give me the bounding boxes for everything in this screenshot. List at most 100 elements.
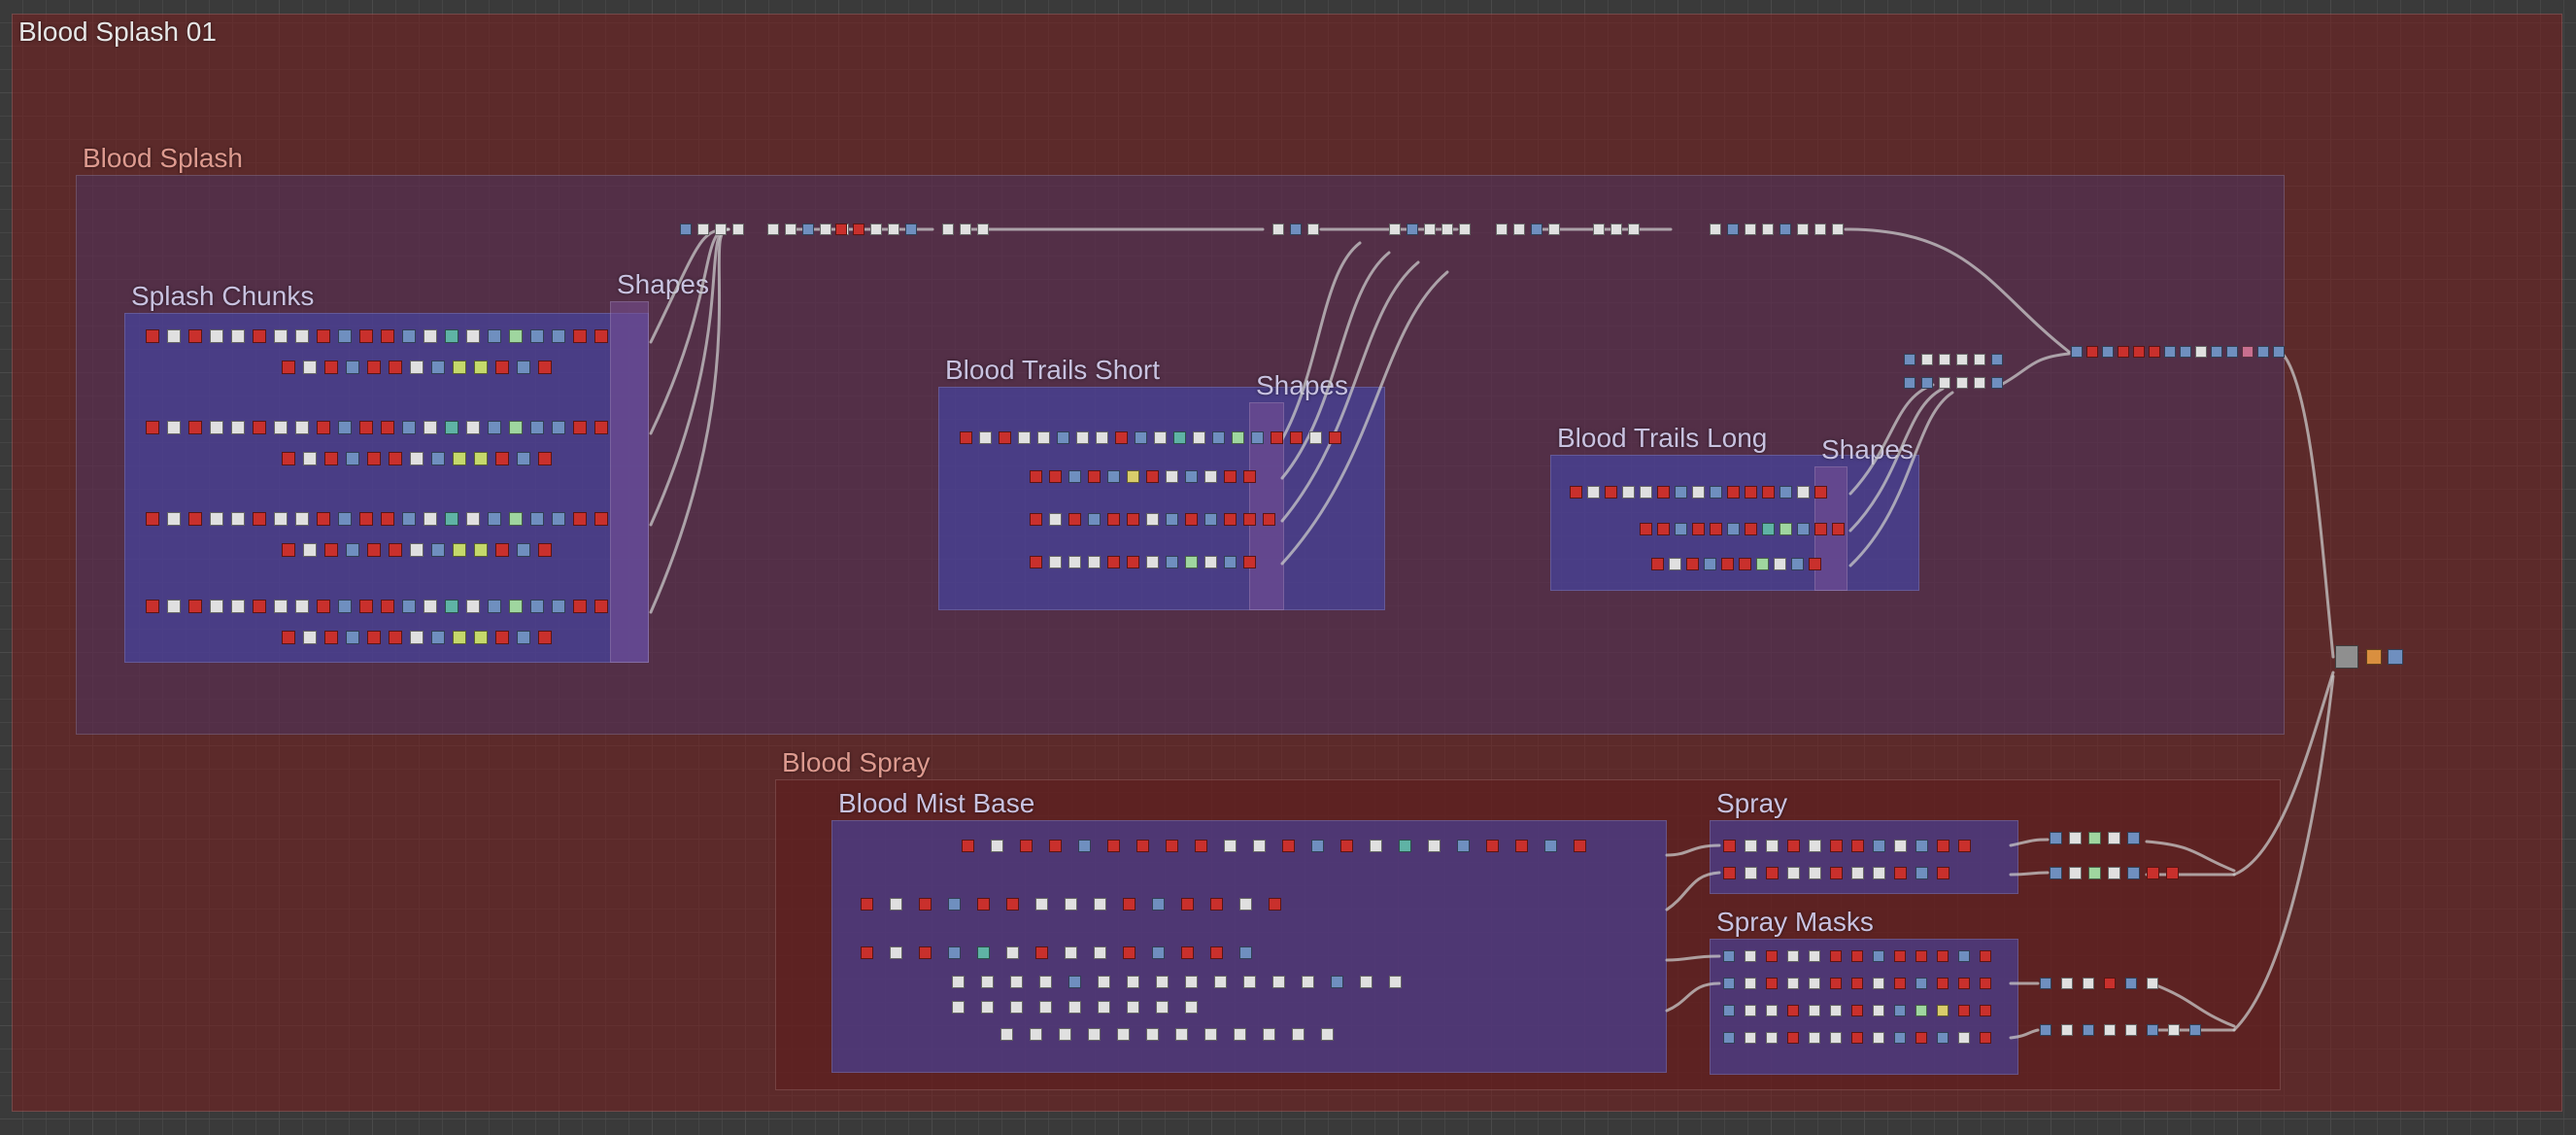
- graph-node[interactable]: [1958, 840, 1971, 852]
- graph-node[interactable]: [948, 946, 961, 959]
- graph-node[interactable]: [1152, 946, 1165, 959]
- graph-node[interactable]: [1251, 431, 1264, 444]
- graph-node[interactable]: [2069, 832, 2082, 844]
- graph-node[interactable]: [1123, 946, 1135, 959]
- graph-node[interactable]: [1269, 898, 1281, 911]
- graph-node[interactable]: [1123, 898, 1135, 911]
- graph-node[interactable]: [381, 421, 394, 434]
- graph-node[interactable]: [1239, 946, 1252, 959]
- graph-node[interactable]: [453, 361, 466, 374]
- graph-node[interactable]: [389, 361, 402, 374]
- graph-node[interactable]: [1068, 556, 1081, 568]
- graph-node[interactable]: [1370, 840, 1382, 852]
- graph-node[interactable]: [1937, 978, 1949, 989]
- graph-node[interactable]: [367, 631, 381, 644]
- graph-node[interactable]: [1851, 1005, 1863, 1016]
- graph-node[interactable]: [1224, 556, 1237, 568]
- graph-node[interactable]: [1457, 840, 1470, 852]
- graph-node[interactable]: [1548, 224, 1560, 235]
- graph-node[interactable]: [2086, 346, 2098, 358]
- graph-node[interactable]: [1049, 840, 1062, 852]
- graph-node[interactable]: [1830, 867, 1843, 879]
- graph-node[interactable]: [424, 512, 437, 526]
- graph-node[interactable]: [1723, 867, 1736, 879]
- graph-node[interactable]: [2127, 832, 2140, 844]
- graph-node[interactable]: [1127, 1001, 1139, 1014]
- graph-node[interactable]: [1991, 354, 2003, 365]
- graph-node[interactable]: [1915, 1005, 1927, 1016]
- graph-node[interactable]: [410, 452, 424, 465]
- graph-node[interactable]: [1224, 470, 1237, 483]
- graph-node[interactable]: [1441, 224, 1453, 235]
- graph-node[interactable]: [1974, 354, 1985, 365]
- graph-node[interactable]: [2147, 867, 2159, 879]
- graph-node[interactable]: [1210, 898, 1223, 911]
- graph-node[interactable]: [1037, 431, 1050, 444]
- graph-node[interactable]: [367, 361, 381, 374]
- graph-node[interactable]: [594, 421, 608, 434]
- graph-node[interactable]: [2226, 346, 2238, 358]
- graph-node[interactable]: [1787, 978, 1799, 989]
- graph-node[interactable]: [530, 329, 544, 343]
- graph-node[interactable]: [979, 431, 992, 444]
- graph-node[interactable]: [389, 631, 402, 644]
- graph-node[interactable]: [1958, 1005, 1970, 1016]
- graph-node[interactable]: [445, 329, 458, 343]
- graph-node[interactable]: [1723, 840, 1736, 852]
- graph-node[interactable]: [1195, 840, 1207, 852]
- graph-node[interactable]: [509, 421, 523, 434]
- graph-node[interactable]: [2108, 832, 2120, 844]
- graph-node[interactable]: [1766, 950, 1778, 962]
- graph-node[interactable]: [573, 600, 587, 613]
- graph-node[interactable]: [1669, 558, 1681, 570]
- graph-node[interactable]: [1146, 513, 1159, 526]
- graph-node[interactable]: [1020, 840, 1033, 852]
- graph-node[interactable]: [1496, 224, 1508, 235]
- graph-node[interactable]: [1745, 1005, 1756, 1016]
- graph-node[interactable]: [338, 512, 352, 526]
- graph-node[interactable]: [680, 224, 692, 235]
- graph-node[interactable]: [474, 543, 488, 557]
- graph-node[interactable]: [1127, 556, 1139, 568]
- graph-node[interactable]: [1107, 513, 1120, 526]
- graph-node[interactable]: [538, 361, 552, 374]
- graph-node[interactable]: [1210, 946, 1223, 959]
- graph-node[interactable]: [2168, 1024, 2180, 1036]
- graph-node[interactable]: [1035, 946, 1048, 959]
- graph-node[interactable]: [303, 631, 317, 644]
- graph-node[interactable]: [509, 512, 523, 526]
- graph-node[interactable]: [1710, 523, 1722, 535]
- graph-node[interactable]: [1232, 431, 1244, 444]
- graph-node[interactable]: [1980, 1005, 1991, 1016]
- graph-node[interactable]: [1787, 950, 1799, 962]
- graph-node[interactable]: [1185, 976, 1198, 988]
- graph-node[interactable]: [410, 361, 424, 374]
- graph-node[interactable]: [1980, 978, 1991, 989]
- graph-node[interactable]: [359, 329, 373, 343]
- graph-node[interactable]: [2050, 832, 2062, 844]
- graph-node[interactable]: [2069, 867, 2082, 879]
- output-node[interactable]: [2335, 645, 2358, 669]
- graph-node[interactable]: [1389, 224, 1401, 235]
- graph-node[interactable]: [359, 421, 373, 434]
- graph-node[interactable]: [2071, 346, 2083, 358]
- graph-node[interactable]: [594, 600, 608, 613]
- graph-node[interactable]: [870, 224, 882, 235]
- graph-node[interactable]: [1791, 558, 1804, 570]
- graph-node[interactable]: [381, 512, 394, 526]
- graph-node[interactable]: [1779, 523, 1792, 535]
- graph-node[interactable]: [888, 224, 899, 235]
- graph-node[interactable]: [1830, 978, 1842, 989]
- graph-node[interactable]: [1515, 840, 1528, 852]
- graph-node[interactable]: [1723, 978, 1735, 989]
- graph-node[interactable]: [1329, 431, 1341, 444]
- graph-node[interactable]: [1692, 523, 1705, 535]
- graph-node[interactable]: [1956, 377, 1968, 389]
- graph-node[interactable]: [1282, 840, 1295, 852]
- graph-node[interactable]: [2180, 346, 2191, 358]
- graph-node[interactable]: [517, 361, 530, 374]
- graph-node[interactable]: [1146, 556, 1159, 568]
- graph-node[interactable]: [210, 512, 223, 526]
- node-graph-viewport[interactable]: Blood Splash 01Blood SplashSplash Chunks…: [0, 0, 2576, 1135]
- graph-node[interactable]: [188, 421, 202, 434]
